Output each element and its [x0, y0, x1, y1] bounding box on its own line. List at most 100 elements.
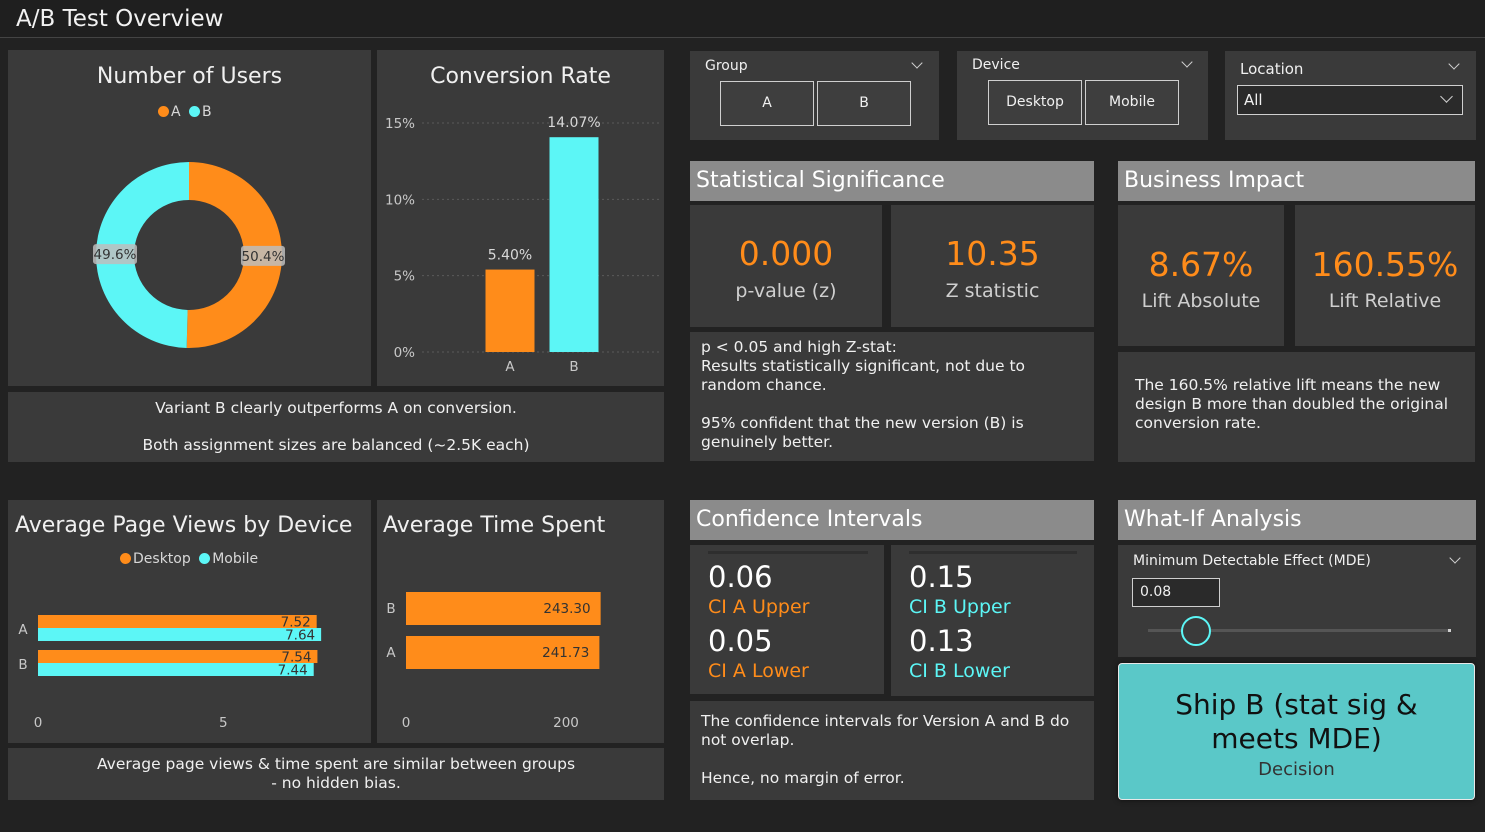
- ci-b-upper-value: 0.15: [909, 560, 974, 594]
- pageviews-chart-panel: Average Page Views by Device Desktop Mob…: [8, 500, 371, 743]
- pv-bar-b-desktop[interactable]: [38, 650, 318, 663]
- lift-relative-label: Lift Relative: [1328, 290, 1442, 312]
- pvalue-card: 0.000 p-value (z): [690, 205, 882, 327]
- mde-input-value: 0.08: [1140, 584, 1172, 600]
- ci-b-lower-label: CI B Lower: [909, 660, 1010, 682]
- pvalue-value: 0.000: [738, 234, 834, 273]
- ci-note-panel: The confidence intervals for Version A a…: [690, 701, 1094, 800]
- users-note-panel: Variant B clearly outperforms A on conve…: [8, 392, 664, 462]
- timespent-chart-panel: Average Time Spent 0 200 243.30 B 241.73 A: [377, 500, 664, 743]
- title-bar: A/B Test Overview: [0, 0, 1485, 38]
- lift-relative-value: 160.55%: [1311, 245, 1459, 284]
- business-note-panel: The 160.5% relative lift means the new d…: [1118, 352, 1475, 462]
- pageviews-note: Average page views & time spent are simi…: [96, 755, 576, 792]
- location-slicer-label: Location: [1240, 60, 1304, 78]
- ci-a-lower-label: CI A Lower: [708, 660, 809, 682]
- ci-a-card: 0.06 CI A Upper 0.05 CI A Lower: [690, 545, 884, 694]
- ci-b-card-rule: [909, 551, 1077, 554]
- stat-sig-note: p < 0.05 and high Z-stat: Results statis…: [701, 338, 1026, 451]
- location-dropdown-chevron-icon: [1440, 90, 1453, 103]
- decision-value: Ship B (stat sig & meets MDE): [1175, 688, 1418, 755]
- conversion-bar-chart[interactable]: 0% 5% 10% 15% 5.40% A 14.07% B: [377, 50, 664, 386]
- page-title: A/B Test Overview: [16, 6, 224, 32]
- users-donut-chart[interactable]: 50.4% 49.6%: [8, 50, 371, 386]
- conv-bar-b[interactable]: [549, 137, 599, 352]
- donut-data-label: 49.6%: [94, 247, 137, 263]
- decision-label: Decision: [1258, 759, 1335, 780]
- zstat-card: 10.35 Z statistic: [891, 205, 1094, 327]
- pvalue-label: p-value (z): [735, 280, 837, 302]
- zstat-label: Z statistic: [945, 280, 1040, 302]
- location-slicer-chevron-icon[interactable]: [1448, 58, 1460, 70]
- ts-data-label: 243.30: [543, 601, 590, 617]
- zstat-value: 10.35: [945, 234, 1040, 273]
- conv-xtick-label: A: [505, 359, 515, 375]
- conversion-chart-panel: Conversion Rate 0% 5% 10% 15% 5.40% A 14.07% B: [377, 50, 664, 386]
- users-note-line-1: Variant B clearly outperforms A on conve…: [155, 399, 517, 417]
- conv-bar-a[interactable]: [485, 269, 535, 352]
- ci-note: The confidence intervals for Version A a…: [701, 712, 1070, 787]
- conv-ytick-label: 10%: [385, 192, 415, 208]
- donut-data-label: 50.4%: [242, 249, 285, 265]
- pv-bar-a-mobile[interactable]: [38, 628, 322, 641]
- pv-xtick-label: 0: [34, 715, 43, 731]
- pv-bar-b-mobile[interactable]: [38, 663, 314, 676]
- mde-label: Minimum Detectable Effect (MDE): [1133, 553, 1371, 569]
- stat-sig-header: Statistical Significance: [690, 161, 1094, 201]
- users-chart-panel: Number of Users A B 50.4% 49.6%: [8, 50, 371, 386]
- pv-xtick-label: 5: [219, 715, 228, 731]
- lift-absolute-value: 8.67%: [1148, 245, 1254, 284]
- device-option-mobile[interactable]: Mobile: [1085, 80, 1179, 125]
- lift-absolute-card: 8.67% Lift Absolute: [1118, 205, 1284, 346]
- pageviews-bar-chart[interactable]: 0 5A 7.527.64B 7.547.44: [8, 500, 371, 743]
- device-slicer: Device Desktop Mobile: [957, 51, 1208, 140]
- ci-b-card: 0.15 CI B Upper 0.13 CI B Lower: [891, 545, 1094, 696]
- pv-data-label: 7.44: [278, 663, 308, 679]
- decision-card: Ship B (stat sig & meets MDE) Decision: [1118, 663, 1475, 800]
- mde-slider-thumb[interactable]: [1181, 616, 1212, 646]
- ci-a-upper-label: CI A Upper: [708, 596, 810, 618]
- conv-ytick-label: 15%: [385, 116, 415, 132]
- pageviews-note-panel: Average page views & time spent are simi…: [8, 748, 664, 800]
- ts-xtick-label: 0: [402, 715, 411, 731]
- conv-xtick-label: B: [569, 359, 578, 375]
- group-slicer-chevron-icon[interactable]: [911, 57, 923, 69]
- business-impact-header: Business Impact: [1118, 161, 1475, 201]
- timespent-bar-chart[interactable]: 0 200 243.30 B 241.73 A: [377, 500, 664, 743]
- ci-a-lower-value: 0.05: [708, 624, 773, 658]
- ts-data-label: 241.73: [542, 645, 589, 661]
- group-option-a[interactable]: A: [720, 81, 814, 126]
- conv-data-label: 5.40%: [488, 248, 532, 264]
- ts-xtick-label: 200: [553, 715, 579, 731]
- ts-ytick-label: A: [386, 645, 396, 661]
- lift-absolute-label: Lift Absolute: [1141, 290, 1261, 312]
- pv-data-label: 7.64: [285, 628, 315, 644]
- pv-ytick-label: A: [18, 622, 28, 638]
- business-note: The 160.5% relative lift means the new d…: [1135, 376, 1449, 432]
- pv-ytick-label: B: [18, 657, 27, 673]
- location-dropdown[interactable]: All: [1237, 85, 1463, 115]
- group-slicer: Group A B: [690, 51, 939, 140]
- ci-b-lower-value: 0.13: [909, 624, 974, 658]
- device-slicer-chevron-icon[interactable]: [1181, 56, 1193, 68]
- pv-bar-a-desktop[interactable]: [38, 615, 317, 628]
- ci-header: Confidence Intervals: [690, 500, 1094, 540]
- lift-relative-card: 160.55% Lift Relative: [1295, 205, 1475, 346]
- ci-a-upper-value: 0.06: [708, 560, 773, 594]
- mde-parameter-panel: Minimum Detectable Effect (MDE) 0.08: [1118, 545, 1476, 657]
- device-option-desktop[interactable]: Desktop: [988, 80, 1082, 125]
- conv-data-label: 14.07%: [547, 115, 600, 131]
- users-note-line-2: Both assignment sizes are balanced (~2.5…: [142, 436, 530, 454]
- ci-b-upper-label: CI B Upper: [909, 596, 1011, 618]
- group-slicer-label: Group: [705, 58, 748, 74]
- mde-slider-end-tick: [1448, 629, 1451, 632]
- group-option-b[interactable]: B: [817, 81, 911, 126]
- ts-ytick-label: B: [386, 601, 395, 617]
- conv-ytick-label: 0%: [394, 345, 416, 361]
- mde-input[interactable]: 0.08: [1132, 578, 1220, 607]
- location-slicer: Location All: [1225, 51, 1476, 140]
- ci-a-card-rule: [708, 551, 868, 554]
- conv-ytick-label: 5%: [394, 269, 416, 285]
- location-dropdown-value: All: [1244, 91, 1263, 109]
- mde-chevron-icon[interactable]: [1449, 552, 1461, 564]
